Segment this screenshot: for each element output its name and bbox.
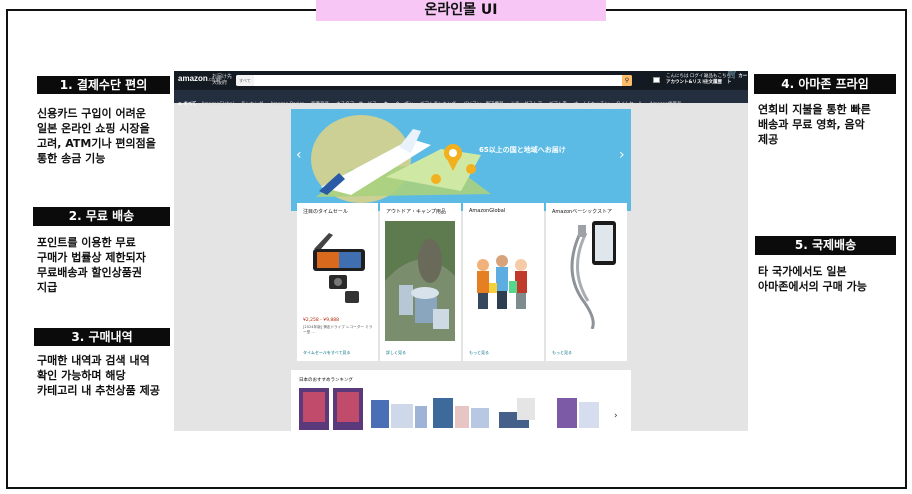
desc-payment: 신용카드 구입이 어려운 일본 온라인 쇼핑 시장을 고려, ATM기나 편의점…	[37, 107, 156, 165]
cart[interactable]: 🛒カート	[727, 71, 748, 85]
search-bar[interactable]: すべて ⚲	[236, 75, 632, 86]
desc-intl-shipping: 타 국가에서도 일본 아마존에서의 구매 가능	[758, 265, 867, 293]
nav-link[interactable]: カスタマーサービス	[336, 102, 376, 107]
nav-link[interactable]: ギフト券	[549, 102, 567, 107]
nav-link[interactable]: 新着商品	[311, 102, 329, 107]
world-map-illustration	[311, 115, 491, 203]
label-prime: 4. 아마존 프라임	[754, 74, 896, 94]
desc-free-shipping: 포인트를 이용한 무료 구매가 법률상 제한되자 무료배송과 할인상품권 지급	[37, 236, 146, 294]
search-category-select[interactable]: すべて	[236, 75, 254, 86]
cable-image	[570, 221, 616, 329]
hero-banner[interactable]: ‹ 65以上の国と地域へお届け ›	[291, 109, 631, 211]
nav-link[interactable]: ホーム&キッチン	[574, 102, 609, 107]
nav-link[interactable]: AmazonGlobal	[201, 102, 234, 107]
desc-order-history: 구매한 내역과 검색 내역 확인 가능하며 해당 카테고리 내 추천상품 제공	[37, 354, 160, 397]
label-free-shipping: 2. 무료 배송	[33, 207, 170, 226]
shoppers-image	[477, 255, 527, 309]
hero-prev-arrow[interactable]: ‹	[296, 147, 302, 163]
label-intl-shipping: 5. 국제배송	[755, 236, 896, 255]
account-lists[interactable]: こんにちは ログイン アカウント&リスト	[666, 74, 708, 85]
card-basics-store[interactable]: Amazonベーシックストア もっと見る	[546, 203, 627, 361]
hero-next-arrow[interactable]: ›	[619, 147, 625, 163]
nav-link[interactable]: Amazon代買品	[650, 102, 682, 107]
camping-gear-image	[385, 221, 455, 341]
dashcam-image	[313, 233, 365, 303]
desc-prime: 연회비 지불을 통한 빠른 배송과 무료 영화, 음악 제공	[758, 103, 871, 146]
hero-text: 65以上の国と地域へお届け	[479, 146, 566, 154]
nav-link[interactable]: ギフトランキング	[420, 102, 456, 107]
nav-link[interactable]: タイムセール	[616, 102, 643, 107]
card-outdoor[interactable]: アウトドア・キャンプ用品 詳しく見る	[380, 203, 461, 361]
product-thumbnails	[299, 388, 599, 430]
nav-link[interactable]: クーポン	[395, 102, 413, 107]
flag-icon[interactable]	[653, 77, 660, 83]
sub-nav: ≡ すべて AmazonGlobal ランキング Amazon Basics 新着商品 カ…	[174, 90, 748, 107]
nav-link[interactable]: パソコン・周辺機器	[463, 102, 504, 107]
nav-link[interactable]: ドラッグストア	[510, 102, 542, 107]
page-title: 온라인몰 UI	[316, 0, 606, 21]
amazon-screenshot: amazon.co.jp お届け先 大阪府 すべて ⚲ こんにちは ログイン ア…	[174, 71, 748, 431]
top-nav: amazon.co.jp お届け先 大阪府 すべて ⚲ こんにちは ログイン ア…	[174, 71, 748, 90]
row-next-arrow[interactable]: ›	[614, 411, 618, 421]
label-payment: 1. 결제수단 편의	[37, 76, 170, 94]
recommendation-row: 日本のおすすめランキング ›	[291, 370, 631, 431]
deliver-to[interactable]: お届け先 大阪府	[212, 74, 232, 86]
nav-link[interactable]: ランキング	[241, 102, 263, 107]
hamburger-menu[interactable]: ≡ すべて	[178, 102, 196, 107]
card-timesale[interactable]: 注目のタイムセール ¥2,258 - ¥9,888 [2024年版] 滑走ドライ…	[297, 203, 378, 361]
nav-link[interactable]: 本	[384, 102, 389, 107]
magnifier-icon[interactable]: ⚲	[622, 75, 632, 86]
card-amazonglobal[interactable]: AmazonGlobal もっと見る	[463, 203, 544, 361]
nav-link[interactable]: Amazon Basics	[270, 102, 304, 107]
label-order-history: 3. 구매내역	[34, 328, 170, 346]
